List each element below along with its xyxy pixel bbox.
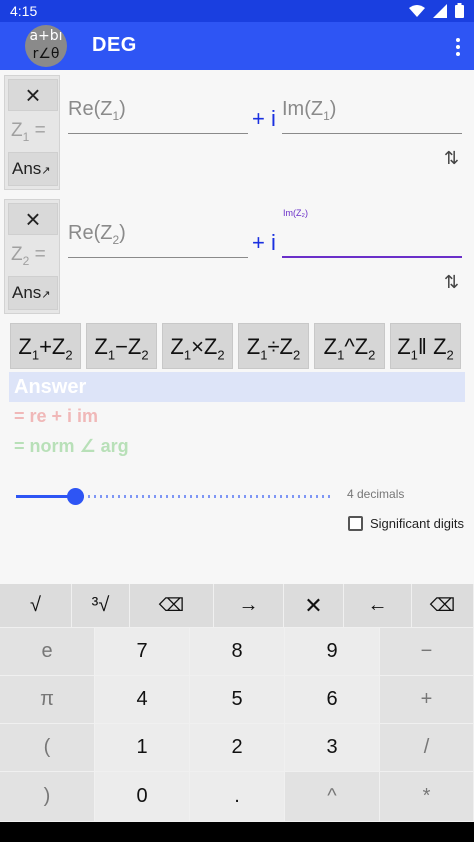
answer-header: Answer xyxy=(9,372,465,402)
arrow-up-right-icon: ↗ xyxy=(41,289,51,301)
operations-row: Z1+Z2 Z1−Z2 Z1×Z2 Z1÷Z2 Z1^Z2 Z1‖ Z2 xyxy=(10,323,461,369)
z1-swap-icon[interactable]: ⇅ xyxy=(444,148,459,169)
app-bar: a+bi r∠θ DEG xyxy=(0,22,474,70)
power-button[interactable]: Z1^Z2 xyxy=(314,323,385,369)
divide-button[interactable]: Z1÷Z2 xyxy=(238,323,309,369)
status-bar: 4:15 xyxy=(0,0,474,22)
digit-3-key[interactable]: 3 xyxy=(285,724,380,772)
z2-real-input[interactable]: Re(Z2) xyxy=(68,222,248,258)
z1-label: Z1 = xyxy=(11,120,46,144)
keyboard-row-3: ( 1 2 3 / xyxy=(0,724,474,772)
z1-plus-i: + i xyxy=(252,106,276,131)
z2-plus-i: + i xyxy=(252,230,276,255)
app-logo-icon: a+bi r∠θ xyxy=(25,25,67,67)
digit-2-key[interactable]: 2 xyxy=(190,724,285,772)
z2-label: Z2 = xyxy=(11,244,46,268)
status-time: 4:15 xyxy=(10,3,38,19)
z2-ans-button[interactable]: Ans↗ xyxy=(8,276,58,310)
answer-rectangular-form: = re + i im xyxy=(14,406,99,426)
digit-0-key[interactable]: 0 xyxy=(95,772,190,822)
sqrt-key[interactable]: √ xyxy=(0,584,72,628)
cube-root-key[interactable]: ³√ xyxy=(72,584,130,628)
caret-key[interactable]: ^ xyxy=(285,772,380,822)
digit-8-key[interactable]: 8 xyxy=(190,628,285,676)
cursor-right-key[interactable]: → xyxy=(214,584,284,628)
keyboard-row-2: π 4 5 6 + xyxy=(0,676,474,724)
digit-9-key[interactable]: 9 xyxy=(285,628,380,676)
multiply-button[interactable]: Z1×Z2 xyxy=(162,323,233,369)
z2-real-placeholder: Re(Z2) xyxy=(68,222,126,247)
digit-6-key[interactable]: 6 xyxy=(285,676,380,724)
close-paren-key[interactable]: ) xyxy=(0,772,95,822)
divide-key[interactable]: / xyxy=(380,724,474,772)
multiply-key[interactable]: * xyxy=(380,772,474,822)
significant-digits-checkbox[interactable] xyxy=(348,516,363,531)
keyboard-function-row: √ ³√ ⌫ → ✕ ← ⌫ xyxy=(0,584,474,628)
z1-imag-input[interactable]: Im(Z1) xyxy=(282,98,462,134)
add-button[interactable]: Z1+Z2 xyxy=(10,323,81,369)
keyboard-row-4: ) 0 . ^ * xyxy=(0,772,474,822)
wifi-icon xyxy=(409,4,425,17)
z1-real-placeholder: Re(Z1) xyxy=(68,98,126,123)
z1-clear-button[interactable]: × xyxy=(8,79,58,111)
signal-icon xyxy=(433,3,447,18)
subtract-button[interactable]: Z1−Z2 xyxy=(86,323,157,369)
digit-1-key[interactable]: 1 xyxy=(95,724,190,772)
digit-5-key[interactable]: 5 xyxy=(190,676,285,724)
z2-clear-button[interactable]: × xyxy=(8,203,58,235)
plus-key[interactable]: + xyxy=(380,676,474,724)
keyboard: √ ³√ ⌫ → ✕ ← ⌫ e 7 8 9 − π 4 5 6 + ( 1 2… xyxy=(0,584,474,822)
z2-imag-float-label: Im(Z₂) xyxy=(283,208,308,218)
backspace-key[interactable]: ⌫ xyxy=(412,584,474,628)
cursor-left-key[interactable]: ← xyxy=(344,584,412,628)
z1-real-input[interactable]: Re(Z1) xyxy=(68,98,248,134)
z1-imag-placeholder: Im(Z1) xyxy=(282,98,337,123)
parallel-button[interactable]: Z1‖ Z2 xyxy=(390,323,461,369)
digit-7-key[interactable]: 7 xyxy=(95,628,190,676)
app-logo-line1: a+bi xyxy=(29,28,63,44)
clear-all-key[interactable]: ✕ xyxy=(284,584,344,628)
digit-4-key[interactable]: 4 xyxy=(95,676,190,724)
z2-imag-input[interactable] xyxy=(282,222,462,258)
arrow-up-right-icon: ↗ xyxy=(41,165,51,177)
z2-panel: × Z2 = Ans↗ xyxy=(4,199,60,314)
minus-key[interactable]: − xyxy=(380,628,474,676)
open-paren-key[interactable]: ( xyxy=(0,724,95,772)
status-icons xyxy=(409,3,464,18)
system-nav-bar xyxy=(0,822,474,842)
e-key[interactable]: e xyxy=(0,628,95,676)
z2-swap-icon[interactable]: ⇅ xyxy=(444,272,459,293)
decimals-label: 4 decimals xyxy=(347,487,405,501)
pi-key[interactable]: π xyxy=(0,676,95,724)
answer-polar-form: = norm ∠ arg xyxy=(14,436,129,456)
decimals-slider-thumb[interactable] xyxy=(67,488,85,505)
overflow-menu-icon[interactable] xyxy=(452,36,464,58)
delete-left-red-key[interactable]: ⌫ xyxy=(130,584,214,628)
z1-ans-button[interactable]: Ans↗ xyxy=(8,152,58,186)
app-logo-line2: r∠θ xyxy=(32,46,60,62)
angle-mode-title[interactable]: DEG xyxy=(92,34,137,57)
battery-icon xyxy=(455,3,464,18)
z1-panel: × Z1 = Ans↗ xyxy=(4,75,60,190)
keyboard-row-1: e 7 8 9 − xyxy=(0,628,474,676)
decimal-point-key[interactable]: . xyxy=(190,772,285,822)
significant-digits-label[interactable]: Significant digits xyxy=(370,516,464,531)
